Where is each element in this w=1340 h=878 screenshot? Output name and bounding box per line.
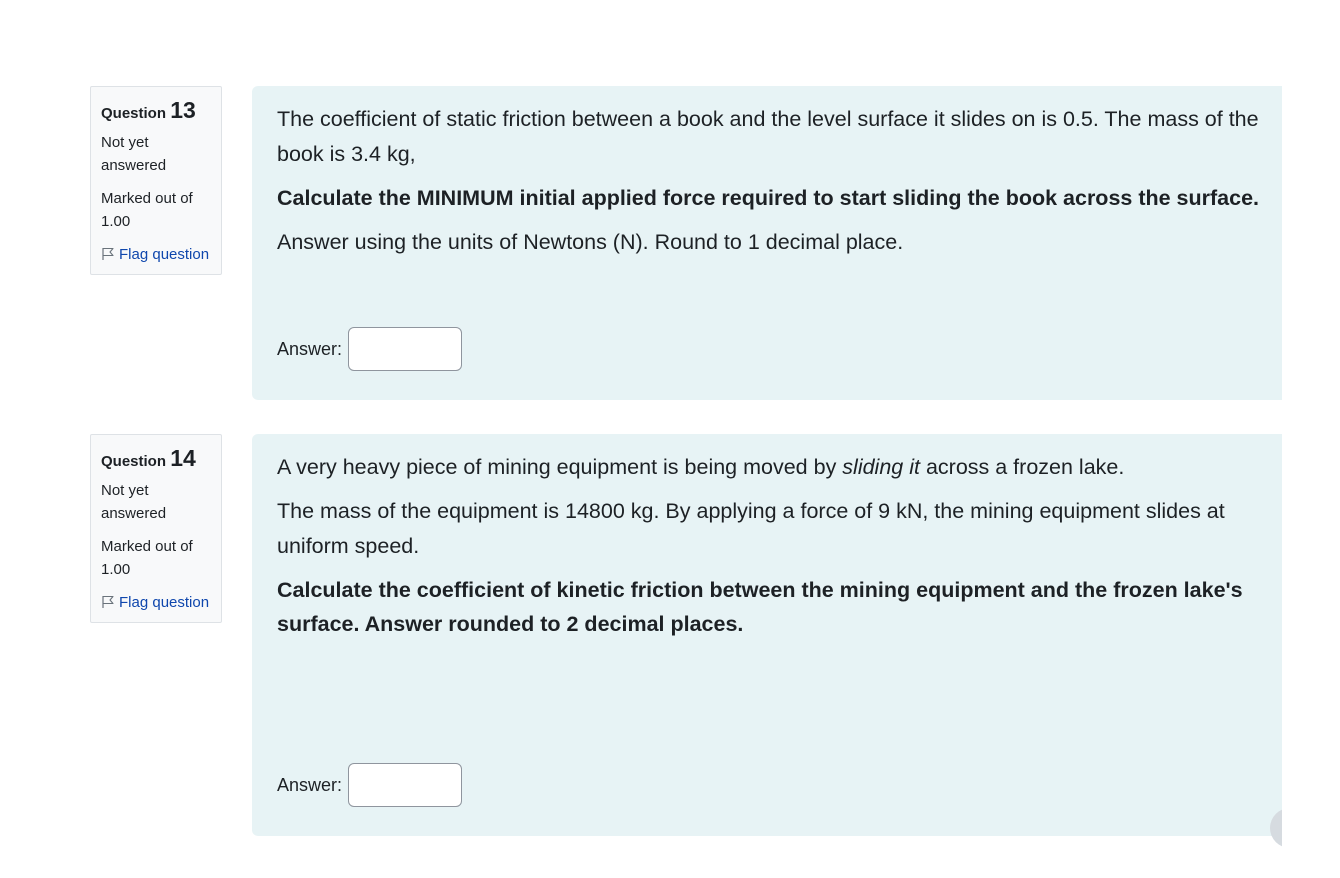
question-number: Question 13 [101, 97, 211, 127]
question-paragraph: The coefficient of static friction betwe… [277, 107, 1259, 166]
question-label: Question [101, 105, 167, 122]
quiz-page: Question 13 Not yet answered Marked out … [0, 0, 1340, 878]
answer-input[interactable] [348, 327, 463, 371]
question-paragraph: A very heavy piece of mining equipment i… [277, 450, 1282, 485]
answer-row: Answer: [277, 327, 463, 371]
question-info: Question 13 Not yet answered Marked out … [90, 86, 222, 275]
question-grade: Marked out of 1.00 [101, 538, 193, 578]
flag-question-link[interactable]: Flag question [101, 243, 211, 266]
question-number-value: 14 [170, 445, 196, 471]
question-paragraph: Answer using the units of Newtons (N). R… [277, 229, 904, 254]
text-segment: A very heavy piece of mining equipment i… [277, 455, 843, 479]
question-state: Not yet answered [101, 134, 167, 174]
question-14: Question 14 Not yet answered Marked out … [0, 434, 1340, 836]
question-label: Question [101, 453, 167, 470]
question-text: A very heavy piece of mining equipment i… [277, 450, 1282, 651]
question-state: Not yet answered [101, 482, 167, 522]
question-number-value: 13 [170, 97, 196, 123]
question-13: Question 13 Not yet answered Marked out … [0, 86, 1340, 400]
flag-icon [102, 595, 114, 608]
flag-question-link[interactable]: Flag question [101, 591, 211, 614]
flag-icon [102, 247, 114, 260]
answer-label: Answer: [277, 775, 343, 795]
flag-question-label: Flag question [119, 246, 210, 263]
question-content: A very heavy piece of mining equipment i… [252, 434, 1282, 836]
question-instruction: Calculate the coefficient of kinetic fri… [277, 577, 1243, 637]
answer-input[interactable] [348, 763, 463, 807]
flag-question-label: Flag question [119, 594, 210, 611]
question-number: Question 14 [101, 445, 211, 475]
page-edge [1282, 780, 1340, 878]
question-content: The coefficient of static friction betwe… [252, 86, 1282, 400]
answer-label: Answer: [277, 339, 343, 359]
text-segment: across a frozen lake. [919, 455, 1125, 479]
question-paragraph: The mass of the equipment is 14800 kg. B… [277, 499, 1225, 558]
question-info: Question 14 Not yet answered Marked out … [90, 434, 222, 623]
question-grade: Marked out of 1.00 [101, 190, 193, 230]
question-text: The coefficient of static friction betwe… [277, 102, 1282, 269]
question-instruction: Calculate the MINIMUM initial applied fo… [277, 185, 1260, 210]
italic-text: sliding it [842, 455, 920, 479]
answer-row: Answer: [277, 763, 463, 807]
